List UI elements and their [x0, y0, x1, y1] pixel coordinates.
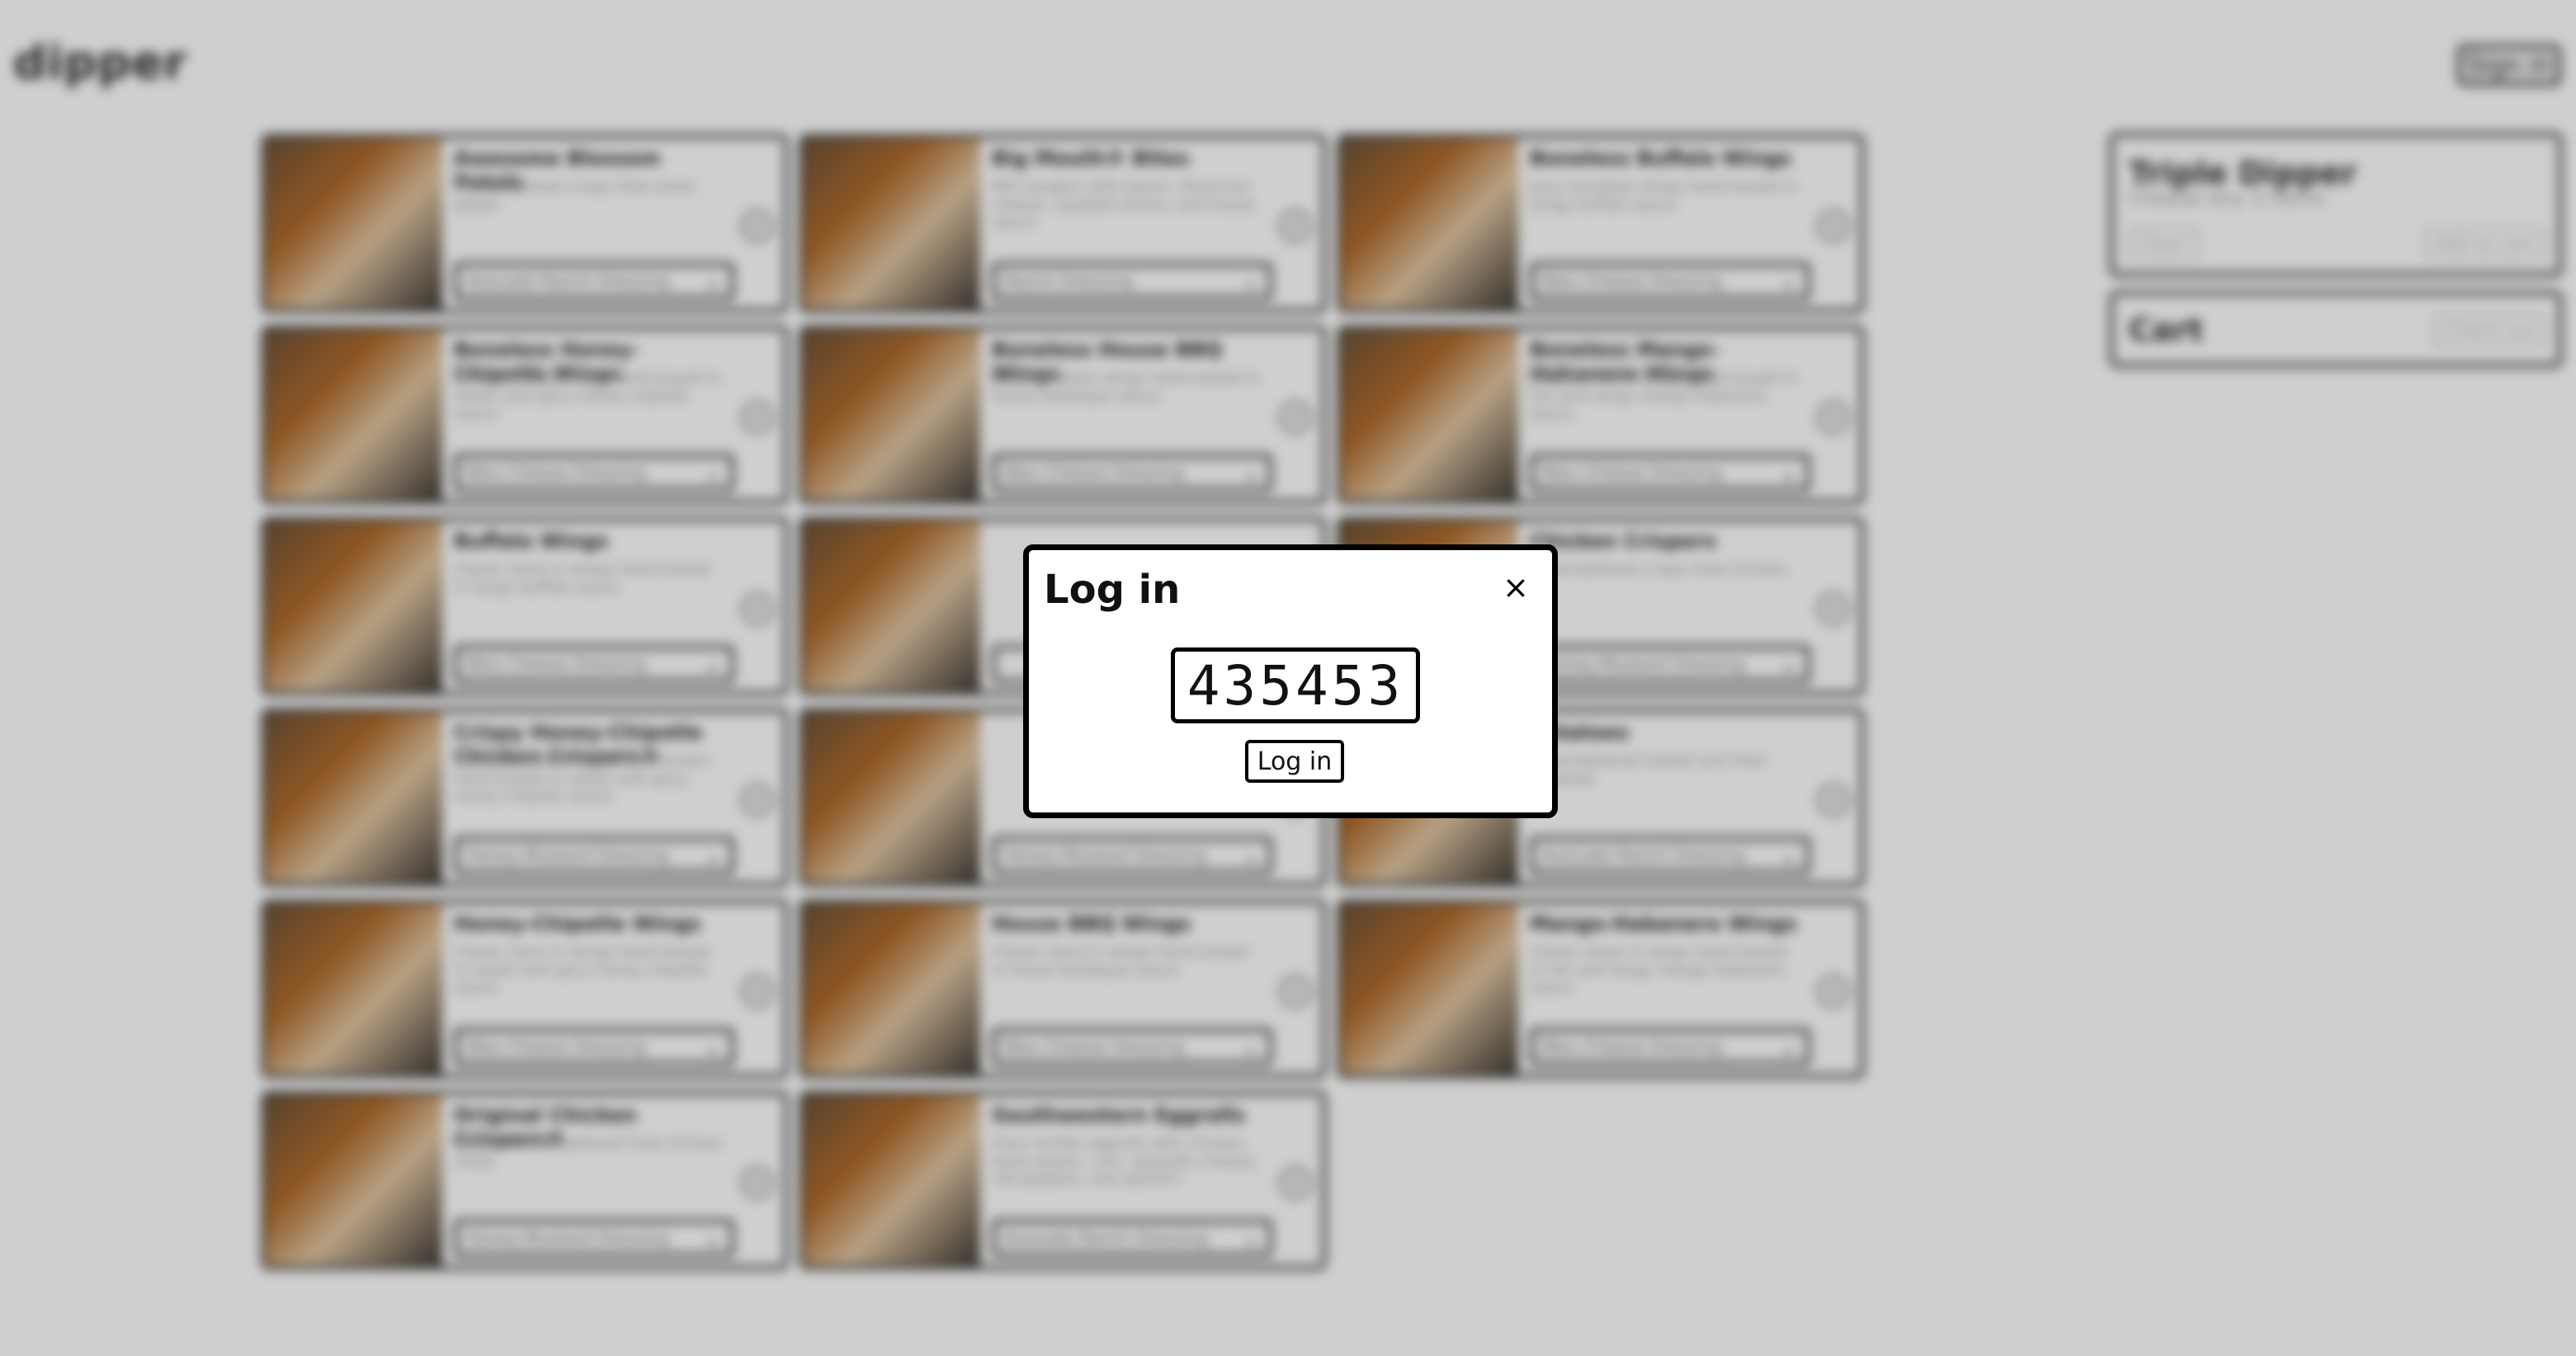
login-modal: Log in × 435453 Log in	[1023, 544, 1558, 818]
login-code-display: 435453	[1171, 647, 1420, 723]
login-modal-title: Log in	[1044, 567, 1181, 613]
login-button[interactable]: Log in	[1245, 740, 1344, 783]
close-icon[interactable]: ×	[1503, 572, 1529, 603]
app-root: dipper Sign in Awesome Blossom Petals Han…	[0, 0, 2576, 1356]
